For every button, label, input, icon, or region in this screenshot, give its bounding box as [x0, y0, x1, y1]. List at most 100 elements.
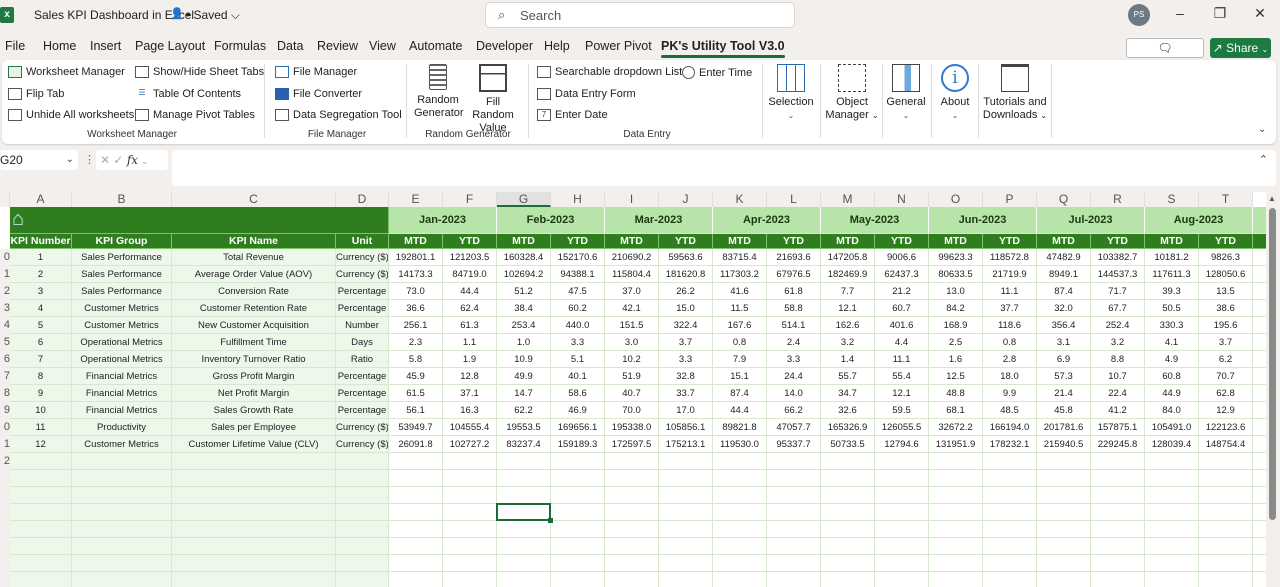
kpi-value-cell[interactable]: 4.4 [875, 334, 929, 351]
empty-cell[interactable] [605, 555, 659, 572]
empty-cell[interactable] [497, 470, 551, 487]
empty-cell[interactable] [929, 521, 983, 538]
empty-cell[interactable] [72, 453, 172, 470]
empty-cell[interactable] [605, 572, 659, 587]
kpi-value-cell[interactable]: 21693.6 [767, 249, 821, 266]
empty-cell[interactable] [983, 572, 1037, 587]
kpi-value-cell[interactable]: 10.7 [1091, 368, 1145, 385]
empty-cell[interactable] [1037, 521, 1091, 538]
column-header-r[interactable]: R [1091, 192, 1145, 207]
kpi-value-cell[interactable]: 102694.2 [497, 266, 551, 283]
kpi-value-cell[interactable]: 3.3 [551, 334, 605, 351]
row-header[interactable]: 1 [0, 266, 10, 283]
empty-cell[interactable] [1037, 555, 1091, 572]
kpi-value-cell[interactable]: 67.7 [1091, 300, 1145, 317]
empty-cell[interactable] [983, 470, 1037, 487]
column-header-c[interactable]: C [172, 192, 336, 207]
empty-cell[interactable] [929, 504, 983, 521]
empty-cell[interactable] [767, 487, 821, 504]
selection-button[interactable]: Selection ⌄ [766, 64, 816, 122]
kpi-value-cell[interactable]: 37.1 [443, 385, 497, 402]
empty-cell[interactable] [659, 555, 713, 572]
empty-cell[interactable] [389, 538, 443, 555]
empty-cell[interactable] [983, 555, 1037, 572]
kpi-value-cell[interactable]: 44.4 [443, 283, 497, 300]
column-header-n[interactable]: N [875, 192, 929, 207]
insert-function-icon[interactable]: fx [127, 153, 138, 167]
kpi-value-cell[interactable]: 104555.4 [443, 419, 497, 436]
kpi-name[interactable]: Conversion Rate [172, 283, 336, 300]
kpi-value-cell[interactable]: 55.4 [875, 368, 929, 385]
empty-cell[interactable] [1037, 453, 1091, 470]
object-manager-button[interactable]: Object Manager ⌄ [824, 64, 880, 122]
empty-cell[interactable] [336, 487, 389, 504]
kpi-value-cell[interactable]: 32.6 [821, 402, 875, 419]
kpi-value-cell[interactable]: 55.7 [821, 368, 875, 385]
kpi-unit[interactable]: Number [336, 317, 389, 334]
tab-page-layout[interactable]: Page Layout [135, 39, 205, 53]
empty-cell[interactable] [72, 504, 172, 521]
kpi-value-cell[interactable]: 26091.8 [389, 436, 443, 453]
empty-cell[interactable] [605, 504, 659, 521]
tutorials-and-downloads-button[interactable]: Tutorials and Downloads ⌄ [982, 64, 1048, 122]
kpi-value-cell[interactable]: 40.7 [605, 385, 659, 402]
kpi-value-cell[interactable]: 73.0 [389, 283, 443, 300]
kpi-value-cell[interactable]: 356.4 [1037, 317, 1091, 334]
row-header[interactable]: 3 [0, 300, 10, 317]
column-header-e[interactable]: E [389, 192, 443, 207]
empty-cell[interactable] [713, 555, 767, 572]
column-header-g[interactable]: G [497, 192, 551, 207]
empty-cell[interactable] [767, 555, 821, 572]
empty-cell[interactable] [875, 453, 929, 470]
kpi-group[interactable]: Financial Metrics [72, 368, 172, 385]
kpi-name[interactable]: Sales Growth Rate [172, 402, 336, 419]
kpi-unit[interactable]: Percentage [336, 300, 389, 317]
empty-cell[interactable] [336, 521, 389, 538]
kpi-value-cell[interactable]: 11.1 [983, 283, 1037, 300]
empty-cell[interactable] [72, 487, 172, 504]
kpi-value-cell[interactable]: 166194.0 [983, 419, 1037, 436]
empty-cell[interactable] [713, 487, 767, 504]
empty-cell[interactable] [767, 521, 821, 538]
empty-cell[interactable] [1199, 555, 1253, 572]
searchable-dropdown-list-button[interactable]: Searchable dropdown List [537, 66, 682, 78]
kpi-value-cell[interactable]: 3.2 [821, 334, 875, 351]
kpi-value-cell[interactable]: 8949.1 [1037, 266, 1091, 283]
spreadsheet-grid[interactable]: A B C D E F G H I J K L M N O P Q R S T ⌂ Jan-2023 Feb-2023 Mar… [0, 192, 1266, 587]
kpi-value-cell[interactable]: 201781.6 [1037, 419, 1091, 436]
column-header-a[interactable]: A [10, 192, 72, 207]
empty-cell[interactable] [767, 453, 821, 470]
empty-cell[interactable] [1037, 470, 1091, 487]
empty-cell[interactable] [875, 538, 929, 555]
column-header-l[interactable]: L [767, 192, 821, 207]
empty-cell[interactable] [10, 538, 72, 555]
empty-cell[interactable] [821, 555, 875, 572]
random-generator-button[interactable]: Random Generator [414, 64, 464, 120]
kpi-value-cell[interactable]: 3.2 [1091, 334, 1145, 351]
empty-cell[interactable] [443, 487, 497, 504]
partial-cell[interactable] [1253, 283, 1266, 300]
kpi-value-cell[interactable]: 38.4 [497, 300, 551, 317]
kpi-value-cell[interactable]: 7.7 [821, 283, 875, 300]
empty-cell[interactable] [1145, 504, 1199, 521]
kpi-value-cell[interactable]: 13.5 [1199, 283, 1253, 300]
empty-cell[interactable] [72, 555, 172, 572]
active-cell-selection[interactable] [496, 503, 553, 523]
kpi-value-cell[interactable]: 172597.5 [605, 436, 659, 453]
kpi-value-cell[interactable]: 175213.1 [659, 436, 713, 453]
kpi-value-cell[interactable]: 70.7 [1199, 368, 1253, 385]
empty-cell[interactable] [713, 453, 767, 470]
kpi-value-cell[interactable]: 121203.5 [443, 249, 497, 266]
kpi-value-cell[interactable]: 229245.8 [1091, 436, 1145, 453]
empty-cell[interactable] [551, 538, 605, 555]
kpi-value-cell[interactable]: 3.0 [605, 334, 659, 351]
kpi-value-cell[interactable]: 44.9 [1145, 385, 1199, 402]
kpi-unit[interactable]: Percentage [336, 402, 389, 419]
empty-cell[interactable] [659, 504, 713, 521]
empty-cell[interactable] [1199, 487, 1253, 504]
kpi-value-cell[interactable]: 71.7 [1091, 283, 1145, 300]
kpi-value-cell[interactable]: 48.8 [929, 385, 983, 402]
empty-cell[interactable] [821, 470, 875, 487]
collapse-ribbon-icon[interactable]: ⌄ [1258, 124, 1266, 135]
kpi-value-cell[interactable]: 168.9 [929, 317, 983, 334]
